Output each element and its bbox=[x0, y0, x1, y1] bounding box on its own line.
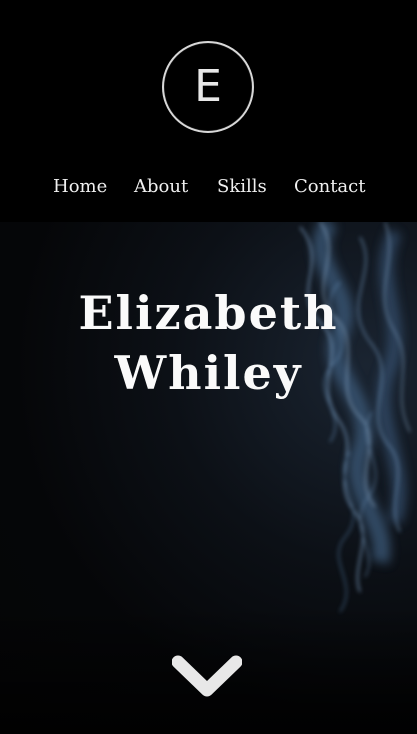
chevron-down-icon[interactable] bbox=[172, 652, 242, 702]
hero-name-line1: Elizabeth bbox=[78, 285, 339, 340]
main-nav: Home About Skills Contact bbox=[0, 172, 417, 202]
site-header: E Home About Skills Contact bbox=[0, 0, 417, 222]
hero-name-line2: Whiley bbox=[114, 345, 303, 400]
page: E Home About Skills Contact Elizabeth Wh… bbox=[0, 0, 417, 734]
nav-contact-link[interactable]: Contact bbox=[294, 172, 365, 202]
logo[interactable]: E bbox=[162, 41, 254, 133]
hero-section: Elizabeth Whiley bbox=[0, 222, 417, 734]
hero-name-heading: Elizabeth Whiley bbox=[0, 283, 417, 403]
nav-home-link[interactable]: Home bbox=[53, 172, 107, 202]
nav-skills-link[interactable]: Skills bbox=[217, 172, 267, 202]
nav-about-link[interactable]: About bbox=[134, 172, 188, 202]
logo-letter: E bbox=[194, 61, 222, 112]
